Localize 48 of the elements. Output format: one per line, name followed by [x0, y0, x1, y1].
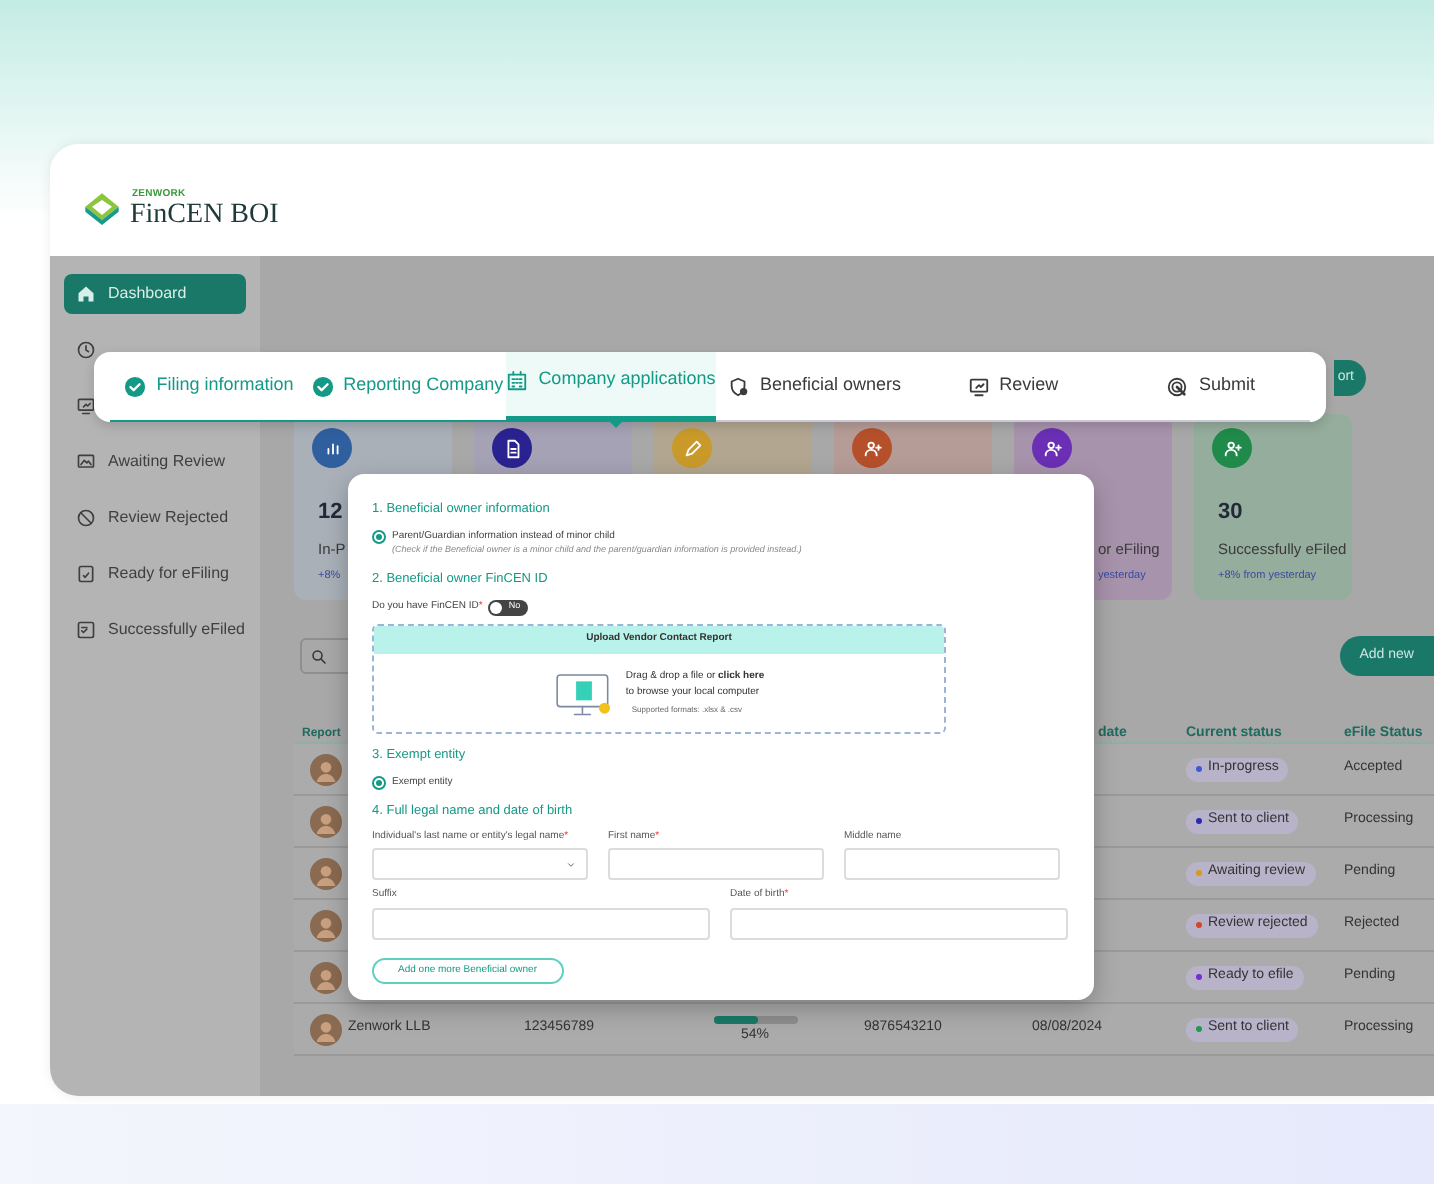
avatar-icon: [310, 961, 342, 993]
avatar-icon: [310, 1013, 342, 1045]
check-circle-icon: [311, 375, 334, 397]
avatar-icon: [310, 805, 342, 837]
shield-person-icon: [728, 375, 751, 397]
radio-button[interactable]: [372, 530, 386, 544]
input-field[interactable]: [730, 907, 1068, 940]
person-add-icon: [861, 437, 883, 459]
step-tab[interactable]: Submit: [1111, 352, 1311, 422]
cursor-click-icon: [1166, 375, 1189, 397]
building-icon: [506, 369, 529, 391]
sidebar-item[interactable]: Review Rejected: [64, 498, 246, 538]
clock-icon: [76, 340, 96, 360]
monitor-icon: [967, 375, 990, 397]
stat-value: 12: [318, 500, 343, 524]
checklist-icon: [76, 620, 96, 640]
computer-upload-drawing: [553, 669, 614, 718]
input-field[interactable]: [372, 907, 710, 940]
sidebar-item[interactable]: Awaiting Review: [64, 442, 246, 482]
stat-value: 30: [1218, 500, 1243, 524]
step-tab[interactable]: Filing information: [110, 352, 309, 422]
pencil-icon: [681, 437, 703, 459]
home-icon: [76, 284, 96, 304]
logo-icon: [82, 190, 122, 230]
search-icon: [310, 647, 328, 665]
pointer-icon: [610, 422, 623, 428]
sidebar-item[interactable]: Ready for eFiling: [64, 554, 246, 594]
select-field[interactable]: [372, 848, 588, 881]
person-add-icon: [1041, 437, 1063, 459]
ban-icon: [76, 508, 96, 528]
monitor-icon: [76, 396, 96, 416]
sidebar-item[interactable]: Successfully eFiled: [64, 610, 246, 650]
avatar-icon: [310, 753, 342, 785]
input-field[interactable]: [608, 848, 824, 881]
avatar-icon: [310, 857, 342, 889]
input-field[interactable]: [844, 848, 1060, 881]
caret-icon: [566, 859, 576, 870]
step-tab[interactable]: Review: [913, 352, 1112, 422]
image-icon: [76, 452, 96, 472]
avatar-icon: [310, 909, 342, 941]
product-name: FinCEN BOI: [130, 202, 279, 230]
clipboard-icon: [76, 564, 96, 584]
sidebar-item[interactable]: Dashboard: [64, 274, 246, 314]
person-add-icon: [1221, 437, 1243, 459]
check-circle-icon: [124, 375, 147, 397]
step-tab[interactable]: Company applications: [506, 352, 716, 422]
step-tab[interactable]: Beneficial owners: [715, 352, 914, 422]
radio-button[interactable]: [372, 775, 386, 790]
